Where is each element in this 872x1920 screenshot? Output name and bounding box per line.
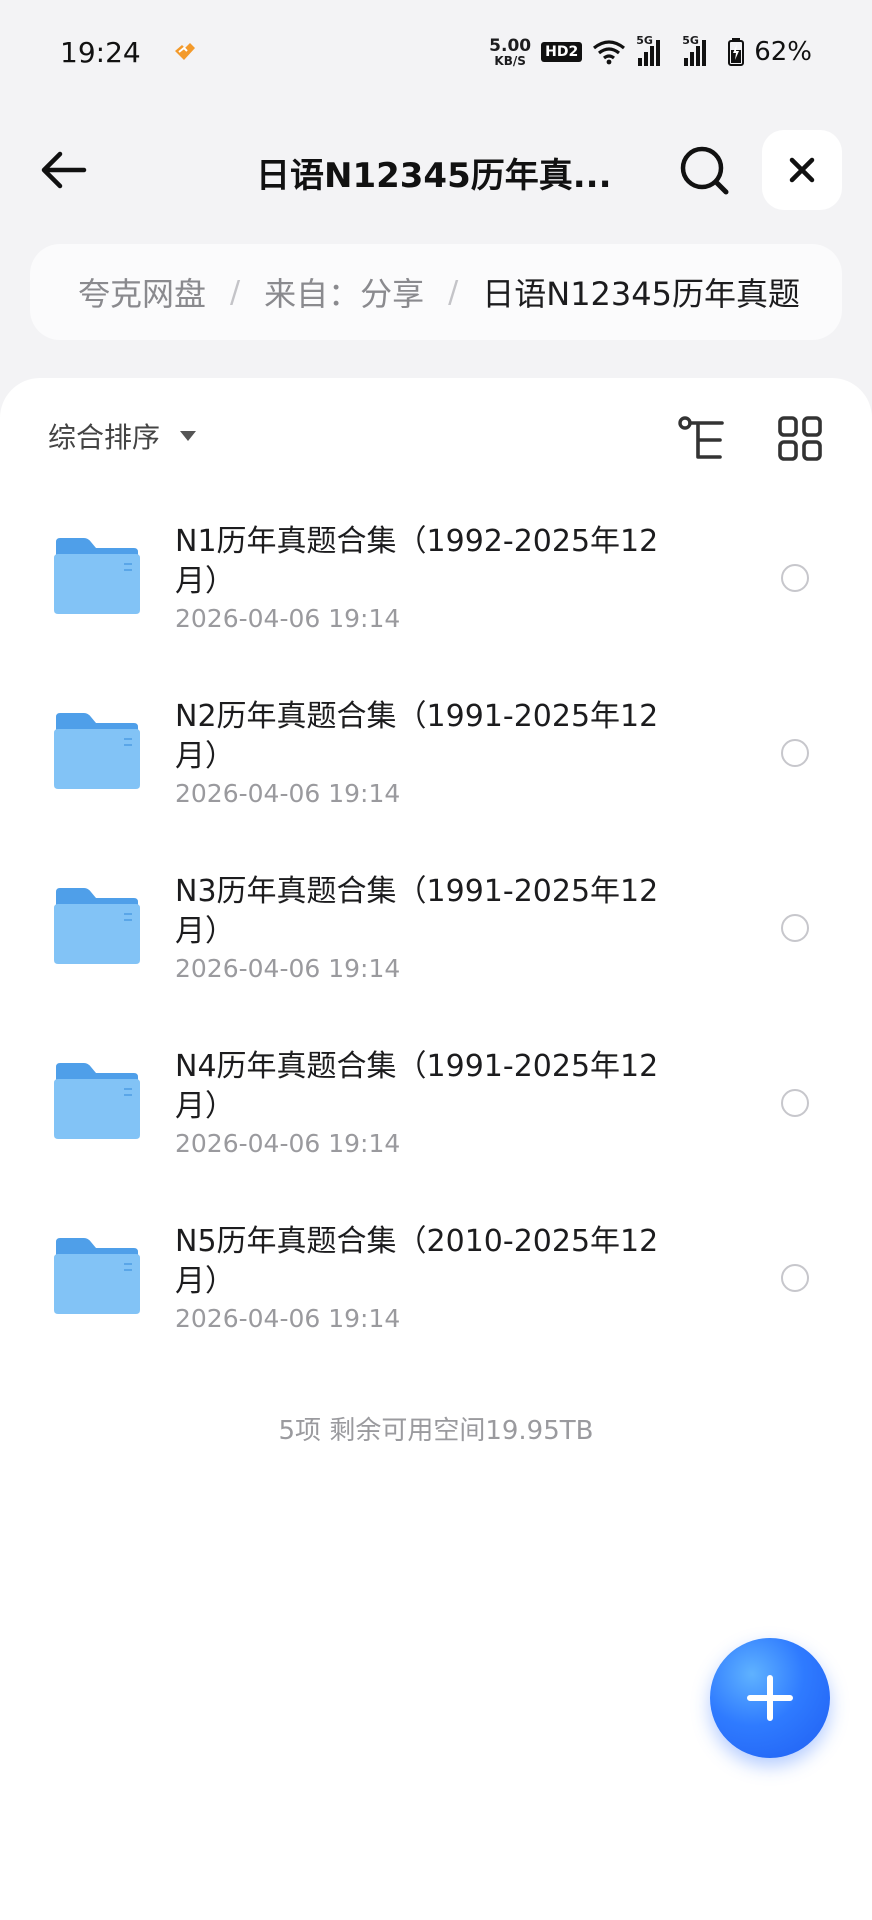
file-name: N2历年真题合集（1991-2025年12月） [175, 699, 659, 774]
signal-2-label: 5G [682, 34, 699, 47]
header: 日语N12345历年真... [0, 120, 872, 220]
list-item[interactable]: N3历年真题合集（1991-2025年12月） 2026-04-06 19:14 [0, 848, 872, 1023]
app-notification-icon [174, 43, 195, 60]
wifi-icon [593, 40, 626, 65]
battery-percent: 62% [754, 37, 812, 67]
select-checkbox[interactable] [781, 739, 809, 767]
net-speed: 5.00 KB/S [489, 35, 532, 68]
signal-icon-1: 5G [636, 34, 672, 66]
hd-badge: HD2 [541, 42, 583, 62]
search-icon[interactable] [676, 142, 732, 198]
status-time: 19:24 [60, 35, 141, 69]
add-button[interactable] [710, 1638, 830, 1758]
breadcrumb: 夸克网盘 / 来自：分享 / 日语N12345历年真题 [30, 244, 842, 340]
tree-view-icon[interactable] [676, 414, 728, 466]
file-date: 2026-04-06 19:14 [175, 1304, 401, 1333]
plus-icon [747, 1675, 793, 1721]
breadcrumb-item-shared[interactable]: 来自：分享 [264, 269, 424, 315]
back-arrow-icon[interactable] [36, 144, 92, 196]
list-item[interactable]: N1历年真题合集（1992-2025年12月） 2026-04-06 19:14 [0, 498, 872, 673]
status-indicators: 5.00 KB/S HD2 5G 5G 62% [489, 34, 812, 68]
sort-dropdown[interactable]: 综合排序 [48, 416, 197, 456]
file-list: N1历年真题合集（1992-2025年12月） 2026-04-06 19:14… [0, 498, 872, 1373]
file-name: N3历年真题合集（1991-2025年12月） [175, 874, 659, 949]
list-item[interactable]: N2历年真题合集（1991-2025年12月） 2026-04-06 19:14 [0, 673, 872, 848]
folder-icon [54, 713, 140, 789]
file-date: 2026-04-06 19:14 [175, 954, 401, 983]
select-checkbox[interactable] [781, 1264, 809, 1292]
folder-icon [54, 888, 140, 964]
file-date: 2026-04-06 19:14 [175, 604, 401, 633]
file-name: N4历年真题合集（1991-2025年12月） [175, 1049, 659, 1124]
breadcrumb-separator: / [230, 274, 241, 310]
list-item[interactable]: N4历年真题合集（1991-2025年12月） 2026-04-06 19:14 [0, 1023, 872, 1198]
file-date: 2026-04-06 19:14 [175, 779, 401, 808]
select-checkbox[interactable] [781, 564, 809, 592]
folder-icon [54, 1063, 140, 1139]
sort-label: 综合排序 [48, 421, 161, 454]
net-speed-value: 5.00 [489, 35, 532, 56]
net-speed-unit: KB/S [494, 53, 526, 68]
grid-view-icon[interactable] [776, 412, 824, 464]
page-title: 日语N12345历年真... [256, 156, 612, 196]
file-name: N5历年真题合集（2010-2025年12月） [175, 1224, 659, 1299]
file-name: N1历年真题合集（1992-2025年12月） [175, 524, 659, 599]
close-button[interactable] [762, 130, 842, 210]
storage-summary: 5项 剩余可用空间19.95TB [278, 1416, 594, 1446]
close-icon [789, 157, 815, 183]
folder-icon [54, 1238, 140, 1314]
battery-icon [728, 38, 745, 66]
folder-icon [54, 538, 140, 614]
select-checkbox[interactable] [781, 914, 809, 942]
file-date: 2026-04-06 19:14 [175, 1129, 401, 1158]
breadcrumb-separator: / [448, 274, 459, 310]
signal-1-label: 5G [636, 34, 653, 47]
caret-down-icon [180, 431, 197, 441]
list-item[interactable]: N5历年真题合集（2010-2025年12月） 2026-04-06 19:14 [0, 1198, 872, 1373]
select-checkbox[interactable] [781, 1089, 809, 1117]
signal-icon-2: 5G [682, 34, 718, 66]
list-toolbar: 综合排序 [0, 378, 872, 488]
breadcrumb-item-current[interactable]: 日语N12345历年真题 [482, 269, 800, 315]
status-bar: 19:24 5.00 KB/S HD2 5G 5G 62% [0, 0, 872, 104]
screen: 19:24 5.00 KB/S HD2 5G 5G 62% 日语N12345历年… [0, 0, 872, 1920]
breadcrumb-item-root[interactable]: 夸克网盘 [78, 269, 206, 315]
